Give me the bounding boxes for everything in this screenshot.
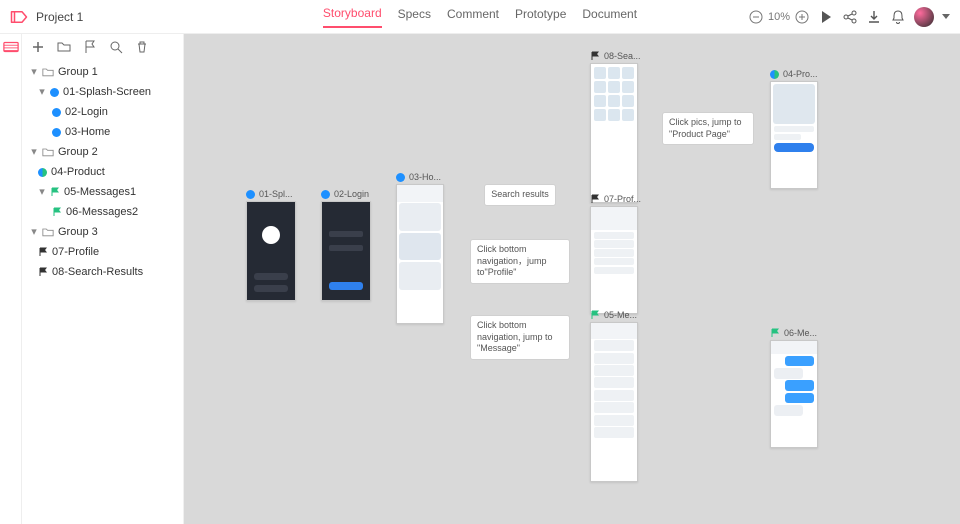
tree-label: 04-Product <box>51 163 105 181</box>
trash-icon[interactable] <box>134 39 150 55</box>
tree-label: Group 2 <box>58 143 98 161</box>
tree-label: 06-Messages2 <box>66 203 138 221</box>
user-menu-caret-icon[interactable] <box>942 14 950 19</box>
flag-icon <box>590 310 600 320</box>
node-splash[interactable]: 01-Spl... <box>246 189 296 301</box>
node-title: 04-Pro... <box>783 69 818 79</box>
sidebar: ▾ Group 1 ▾ 01-Splash-Screen 02-Login 03… <box>22 34 184 524</box>
status-dot-icon <box>38 168 47 177</box>
status-dot-icon <box>52 108 61 117</box>
status-dot-icon <box>396 173 405 182</box>
flag-icon <box>590 51 600 61</box>
node-search[interactable]: 08-Sea... <box>590 51 641 203</box>
status-dot-icon <box>321 190 330 199</box>
tree-label: 01-Splash-Screen <box>63 83 151 101</box>
tree-item-profile[interactable]: 07-Profile <box>26 242 183 262</box>
node-title: 05-Me... <box>604 310 637 320</box>
zoom-value: 10% <box>768 11 790 23</box>
node-title: 06-Me... <box>784 328 817 338</box>
tree-item-splash[interactable]: ▾ 01-Splash-Screen <box>26 82 183 102</box>
flag-icon[interactable] <box>82 39 98 55</box>
add-icon[interactable] <box>30 39 46 55</box>
annotation-message[interactable]: Click bottom navigation, jump to "Messag… <box>470 315 570 360</box>
node-title: 08-Sea... <box>604 51 641 61</box>
storyboard-canvas[interactable]: Search results Click pics, jump to "Prod… <box>184 34 960 524</box>
folder-icon <box>42 67 54 77</box>
folder-icon <box>42 227 54 237</box>
project-title: Project 1 <box>36 10 83 24</box>
storyboard-rail-icon[interactable] <box>3 40 19 54</box>
tree-label: Group 3 <box>58 223 98 241</box>
tab-prototype[interactable]: Prototype <box>515 7 566 27</box>
tree-item-login[interactable]: 02-Login <box>26 102 183 122</box>
flag-icon <box>50 187 60 197</box>
tree-group-1[interactable]: ▾ Group 1 <box>26 62 183 82</box>
user-avatar[interactable] <box>914 7 934 27</box>
page-tree: ▾ Group 1 ▾ 01-Splash-Screen 02-Login 03… <box>22 60 183 282</box>
flag-icon <box>590 194 600 204</box>
status-dot-icon <box>770 70 779 79</box>
tree-group-2[interactable]: ▾ Group 2 <box>26 142 183 162</box>
status-dot-icon <box>246 190 255 199</box>
node-title: 03-Ho... <box>409 172 441 182</box>
node-title: 01-Spl... <box>259 189 293 199</box>
tree-label: 02-Login <box>65 103 108 121</box>
left-rail <box>0 34 22 524</box>
tree-item-home[interactable]: 03-Home <box>26 122 183 142</box>
folder-icon[interactable] <box>56 39 72 55</box>
annotation-product[interactable]: Click pics, jump to "Product Page" <box>662 112 754 145</box>
tab-document[interactable]: Document <box>582 7 637 27</box>
tree-item-messages2[interactable]: 06-Messages2 <box>26 202 183 222</box>
flag-icon <box>38 267 48 277</box>
tree-label: Group 1 <box>58 63 98 81</box>
flag-icon <box>52 207 62 217</box>
status-dot-icon <box>52 128 61 137</box>
tree-label: 05-Messages1 <box>64 183 136 201</box>
tree-label: 03-Home <box>65 123 110 141</box>
node-title: 02-Login <box>334 189 369 199</box>
tree-label: 08-Search-Results <box>52 263 143 281</box>
zoom-control: 10% <box>748 9 810 25</box>
flag-icon <box>770 328 780 338</box>
node-messages1[interactable]: 05-Me... <box>590 310 638 482</box>
tree-item-messages1[interactable]: ▾ 05-Messages1 <box>26 182 183 202</box>
node-profile[interactable]: 07-Prof... <box>590 194 641 314</box>
annotation-profile[interactable]: Click bottom navigation，jump to"Profile" <box>470 239 570 284</box>
tab-storyboard[interactable]: Storyboard <box>323 6 382 28</box>
bell-icon[interactable] <box>890 9 906 25</box>
download-icon[interactable] <box>866 9 882 25</box>
node-login[interactable]: 02-Login <box>321 189 371 301</box>
folder-icon <box>42 147 54 157</box>
flag-icon <box>38 247 48 257</box>
share-icon[interactable] <box>842 9 858 25</box>
tree-item-product[interactable]: 04-Product <box>26 162 183 182</box>
node-messages2[interactable]: 06-Me... <box>770 328 818 448</box>
tab-specs[interactable]: Specs <box>398 7 431 27</box>
play-icon[interactable] <box>818 9 834 25</box>
annotation-search-results[interactable]: Search results <box>484 184 556 206</box>
connectors <box>184 34 484 184</box>
app-logo-icon <box>10 10 28 24</box>
search-icon[interactable] <box>108 39 124 55</box>
tree-group-3[interactable]: ▾ Group 3 <box>26 222 183 242</box>
tree-label: 07-Profile <box>52 243 99 261</box>
node-home[interactable]: 03-Ho... <box>396 172 444 324</box>
tree-item-search[interactable]: 08-Search-Results <box>26 262 183 282</box>
tab-comment[interactable]: Comment <box>447 7 499 27</box>
node-title: 07-Prof... <box>604 194 641 204</box>
node-product[interactable]: 04-Pro... <box>770 69 818 189</box>
zoom-out-icon[interactable] <box>748 9 764 25</box>
sidebar-toolbar <box>22 34 183 60</box>
zoom-in-icon[interactable] <box>794 9 810 25</box>
top-bar: Project 1 Storyboard Specs Comment Proto… <box>0 0 960 34</box>
toolbar-right: 10% <box>748 7 950 27</box>
status-dot-icon <box>50 88 59 97</box>
